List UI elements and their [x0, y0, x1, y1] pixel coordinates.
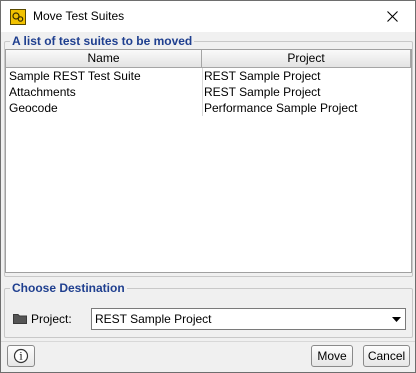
project-label: Project: [31, 312, 72, 326]
window-title: Move Test Suites [33, 9, 125, 23]
cell-project: REST Sample Project [204, 85, 321, 99]
table-row[interactable]: Geocode Performance Sample Project [6, 100, 411, 116]
column-header-project[interactable]: Project [202, 50, 411, 68]
move-test-suites-dialog: Move Test Suites A list of test suites t… [0, 0, 416, 373]
cell-project: Performance Sample Project [204, 101, 358, 115]
cell-suite-name: Sample REST Test Suite [9, 69, 141, 83]
close-icon [386, 11, 398, 22]
table-row[interactable]: Sample REST Test Suite REST Sample Proje… [6, 68, 411, 84]
close-button[interactable] [369, 1, 415, 32]
suites-group-title: A list of test suites to be moved [10, 34, 195, 48]
table-header: Name Project [6, 50, 411, 68]
cell-project: REST Sample Project [204, 69, 321, 83]
title-bar[interactable]: Move Test Suites [1, 1, 415, 32]
soapui-app-icon [10, 9, 26, 25]
info-icon: i [13, 348, 29, 364]
suites-table: Name Project Sample REST Test Suite REST… [5, 49, 412, 273]
project-dropdown[interactable]: REST Sample Project [91, 308, 406, 330]
table-row[interactable]: Attachments REST Sample Project [6, 84, 411, 100]
move-button[interactable]: Move [311, 345, 353, 367]
column-header-name[interactable]: Name [6, 50, 202, 68]
cancel-button[interactable]: Cancel [363, 345, 410, 367]
folder-icon [13, 314, 27, 324]
dropdown-arrow-icon [392, 317, 401, 322]
info-button[interactable]: i [7, 345, 35, 367]
svg-text:i: i [19, 352, 22, 363]
destination-group-title: Choose Destination [10, 281, 127, 295]
footer-separator [1, 341, 415, 342]
cell-suite-name: Geocode [9, 101, 58, 115]
project-dropdown-value: REST Sample Project [95, 312, 212, 326]
cell-suite-name: Attachments [9, 85, 76, 99]
